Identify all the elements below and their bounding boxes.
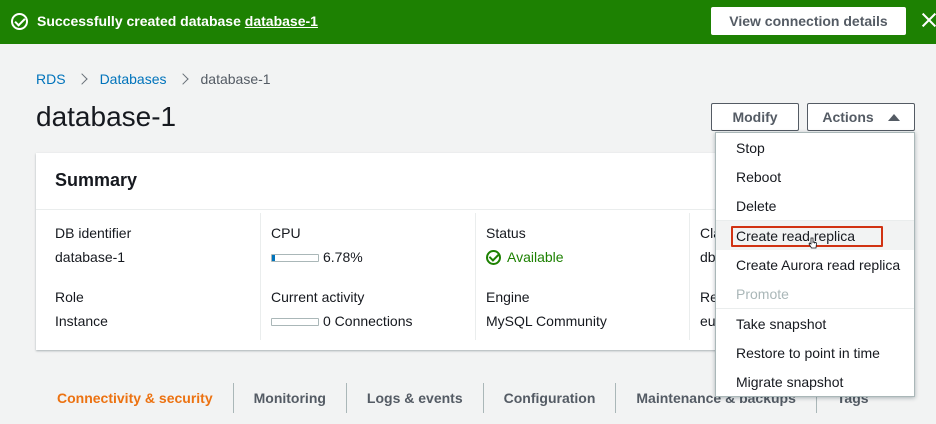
status-text: Available: [507, 249, 564, 265]
chevron-right-icon: [75, 73, 88, 85]
summary-col-cpu: CPU 6.78% Current activity 0 Connections: [260, 213, 475, 340]
role-value: Instance: [55, 313, 108, 329]
actions-button[interactable]: Actions: [807, 103, 915, 131]
status-label: Status: [486, 225, 526, 241]
current-activity-label: Current activity: [271, 289, 365, 305]
cpu-label: CPU: [271, 225, 301, 241]
tab-monitoring[interactable]: Monitoring: [232, 383, 346, 413]
cpu-percent: 6.78%: [323, 249, 363, 265]
role-label: Role: [55, 289, 84, 305]
engine-label: Engine: [486, 289, 530, 305]
breadcrumb-databases[interactable]: Databases: [100, 71, 167, 87]
db-identifier-label: DB identifier: [55, 225, 132, 241]
summary-col-identifier: DB identifier database-1 Role Instance: [46, 213, 260, 340]
tab-logs-events[interactable]: Logs & events: [345, 383, 483, 413]
cpu-value: 6.78%: [271, 249, 363, 265]
chevron-right-icon: [176, 73, 189, 85]
tab-connectivity-security[interactable]: Connectivity & security: [36, 383, 233, 413]
caret-up-icon: [887, 113, 900, 121]
menu-item-promote: Promote: [736, 285, 789, 302]
menu-item-stop[interactable]: Stop: [716, 133, 914, 162]
breadcrumb: RDS Databases database-1: [36, 71, 271, 87]
region-value: eu: [700, 313, 716, 329]
connections-count: 0 Connections: [323, 313, 413, 329]
success-banner: Successfully created database database-1…: [0, 0, 936, 44]
menu-item-delete[interactable]: Delete: [716, 191, 914, 220]
summary-col-status: Status Available Engine MySQL Community: [475, 213, 689, 340]
current-activity-value: 0 Connections: [271, 313, 413, 329]
tab-configuration[interactable]: Configuration: [482, 383, 616, 413]
menu-item-create-aurora-read-replica[interactable]: Create Aurora read replica: [716, 250, 914, 279]
menu-item-restore-point-in-time[interactable]: Restore to point in time: [716, 338, 914, 367]
menu-item-take-snapshot[interactable]: Take snapshot: [716, 309, 914, 338]
activity-bar: [271, 318, 319, 327]
close-icon[interactable]: [920, 10, 936, 30]
actions-button-label: Actions: [822, 109, 874, 125]
menu-item-migrate-snapshot[interactable]: Migrate snapshot: [716, 367, 914, 396]
page-title: database-1: [36, 101, 177, 132]
database-link[interactable]: database-1: [245, 13, 318, 29]
status-value: Available: [486, 249, 564, 265]
breadcrumb-current: database-1: [200, 71, 271, 87]
cpu-bar-fill: [272, 255, 276, 262]
pointer-cursor-icon: [808, 237, 817, 249]
class-value: db: [700, 249, 716, 265]
engine-value: MySQL Community: [486, 313, 607, 329]
db-identifier-value: database-1: [55, 249, 126, 265]
actions-menu: Stop Reboot Delete Create read replica C…: [715, 132, 915, 397]
modify-button[interactable]: Modify: [711, 103, 799, 131]
success-message-text: Successfully created database: [37, 13, 245, 29]
success-check-icon: [11, 13, 28, 30]
menu-item-reboot[interactable]: Reboot: [716, 162, 914, 191]
success-message: Successfully created database database-1: [37, 13, 318, 29]
highlight-annotation: [731, 226, 883, 247]
view-connection-details-button[interactable]: View connection details: [711, 7, 906, 35]
breadcrumb-rds[interactable]: RDS: [36, 71, 66, 87]
cpu-bar: [271, 254, 319, 263]
check-circle-icon: [486, 249, 501, 265]
